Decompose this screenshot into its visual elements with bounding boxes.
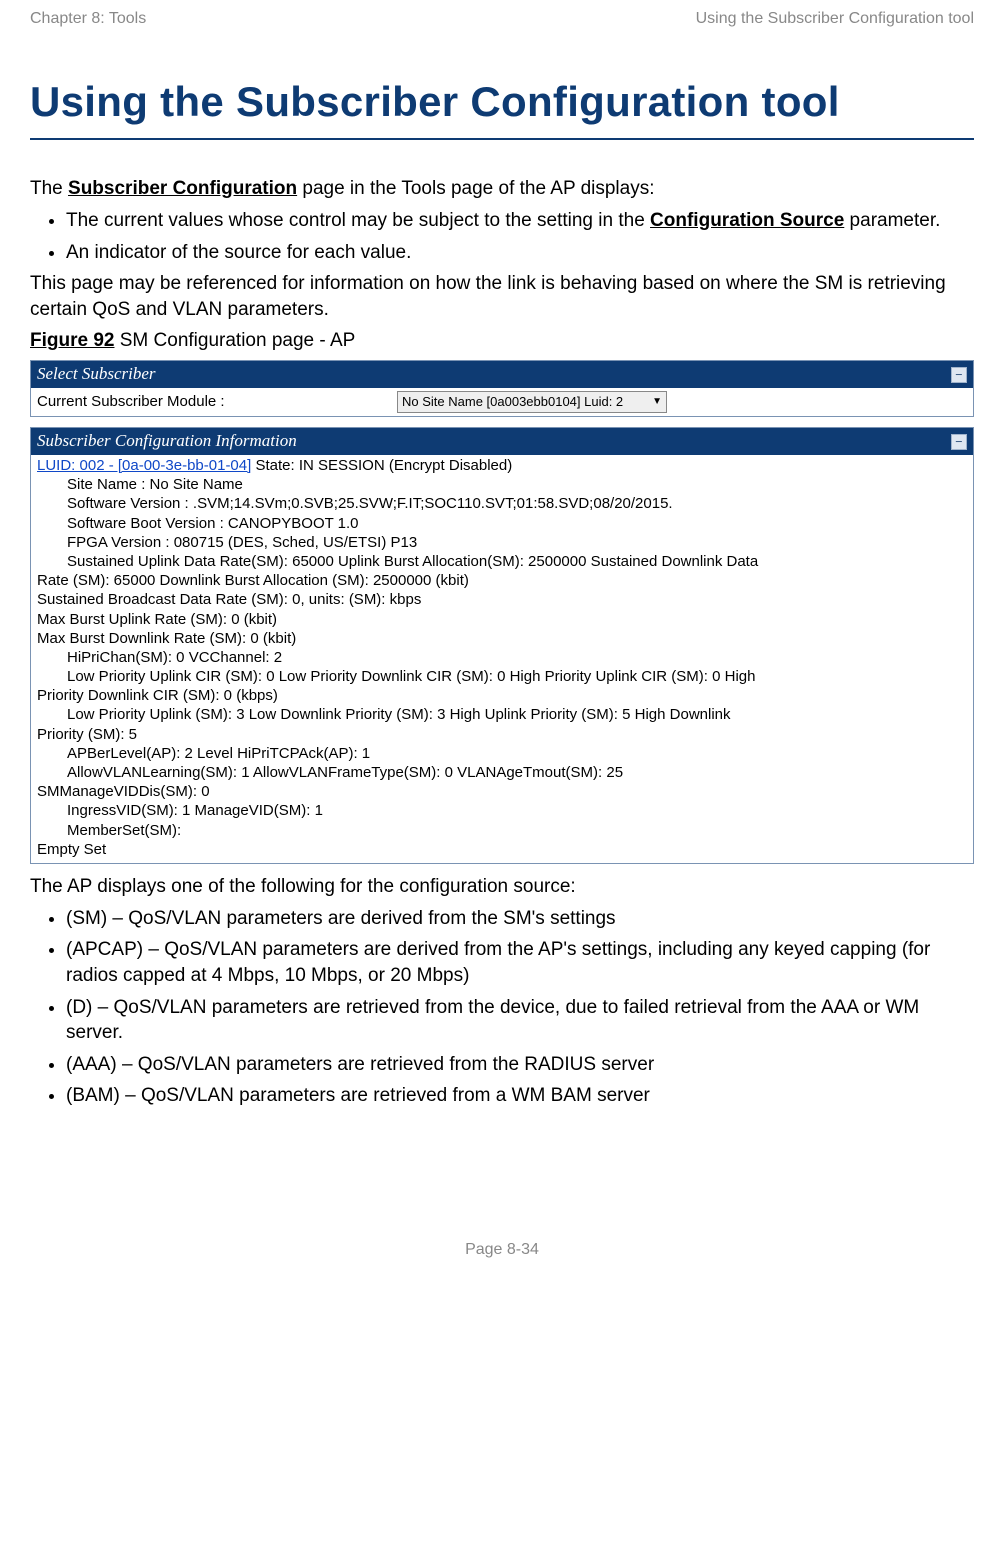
info-line: MemberSet(SM): [37, 821, 967, 840]
panel-title: Subscriber Configuration Information [37, 430, 297, 453]
configuration-source-term: Configuration Source [650, 210, 844, 231]
info-line: FPGA Version : 080715 (DES, Sched, US/ET… [37, 533, 967, 552]
info-line: AllowVLANLearning(SM): 1 AllowVLANFrameT… [37, 763, 967, 782]
subscriber-config-info-panel: Subscriber Configuration Information − L… [30, 427, 974, 864]
luid-link[interactable]: LUID: 002 - [0a-00-3e-bb-01-04] [37, 457, 251, 474]
info-line: Sustained Uplink Data Rate(SM): 65000 Up… [37, 552, 967, 571]
info-line: IngressVID(SM): 1 ManageVID(SM): 1 [37, 801, 967, 820]
info-line: APBerLevel(AP): 2 Level HiPriTCPAck(AP):… [37, 744, 967, 763]
figure-label: Figure 92 [30, 330, 114, 351]
title-rule [30, 138, 974, 140]
paragraph: The AP displays one of the following for… [30, 874, 974, 900]
list-item: An indicator of the source for each valu… [66, 240, 974, 266]
panel-header: Subscriber Configuration Information − [31, 428, 973, 455]
current-subscriber-label: Current Subscriber Module : [37, 392, 397, 412]
info-line: Priority (SM): 5 [37, 725, 967, 744]
info-line: Max Burst Uplink Rate (SM): 0 (kbit) [37, 610, 967, 629]
info-line: HiPriChan(SM): 0 VCChannel: 2 [37, 648, 967, 667]
figure-caption: Figure 92 SM Configuration page - AP [30, 328, 974, 354]
panel-title: Select Subscriber [37, 363, 156, 386]
list-item: (SM) – QoS/VLAN parameters are derived f… [66, 906, 974, 932]
select-subscriber-panel: Select Subscriber − Current Subscriber M… [30, 360, 974, 417]
subscriber-config-term: Subscriber Configuration [68, 178, 297, 199]
info-line: Sustained Broadcast Data Rate (SM): 0, u… [37, 590, 967, 609]
list-item: (APCAP) – QoS/VLAN parameters are derive… [66, 937, 974, 988]
page-title: Using the Subscriber Configuration tool [30, 74, 974, 131]
info-line: Max Burst Downlink Rate (SM): 0 (kbit) [37, 629, 967, 648]
info-line: Rate (SM): 65000 Downlink Burst Allocati… [37, 571, 967, 590]
running-header-left: Chapter 8: Tools [30, 8, 146, 30]
info-line: Site Name : No Site Name [37, 475, 967, 494]
panel-body: LUID: 002 - [0a-00-3e-bb-01-04] State: I… [31, 455, 973, 863]
info-line: Empty Set [37, 840, 967, 859]
paragraph: This page may be referenced for informat… [30, 271, 974, 322]
subscriber-select[interactable]: No Site Name [0a003ebb0104] Luid: 2 ▼ [397, 391, 667, 413]
list-item: The current values whose control may be … [66, 208, 974, 234]
list-item: (D) – QoS/VLAN parameters are retrieved … [66, 995, 974, 1046]
panel-header: Select Subscriber − [31, 361, 973, 388]
info-line: Priority Downlink CIR (SM): 0 (kbps) [37, 686, 967, 705]
collapse-icon[interactable]: − [951, 367, 967, 383]
select-value: No Site Name [0a003ebb0104] Luid: 2 [402, 393, 623, 411]
info-line: Low Priority Uplink (SM): 3 Low Downlink… [37, 705, 967, 724]
info-line: Software Boot Version : CANOPYBOOT 1.0 [37, 514, 967, 533]
collapse-icon[interactable]: − [951, 434, 967, 450]
page-footer: Page 8-34 [30, 1239, 974, 1261]
intro-paragraph: The Subscriber Configuration page in the… [30, 176, 974, 202]
list-item: (AAA) – QoS/VLAN parameters are retrieve… [66, 1052, 974, 1078]
info-line: SMManageVIDDis(SM): 0 [37, 782, 967, 801]
chevron-down-icon: ▼ [652, 395, 662, 409]
info-line: Low Priority Uplink CIR (SM): 0 Low Prio… [37, 667, 967, 686]
running-header-right: Using the Subscriber Configuration tool [696, 8, 974, 30]
list-item: (BAM) – QoS/VLAN parameters are retrieve… [66, 1083, 974, 1109]
state-text: State: IN SESSION (Encrypt Disabled) [251, 457, 512, 474]
info-line: Software Version : .SVM;14.SVm;0.SVB;25.… [37, 494, 967, 513]
